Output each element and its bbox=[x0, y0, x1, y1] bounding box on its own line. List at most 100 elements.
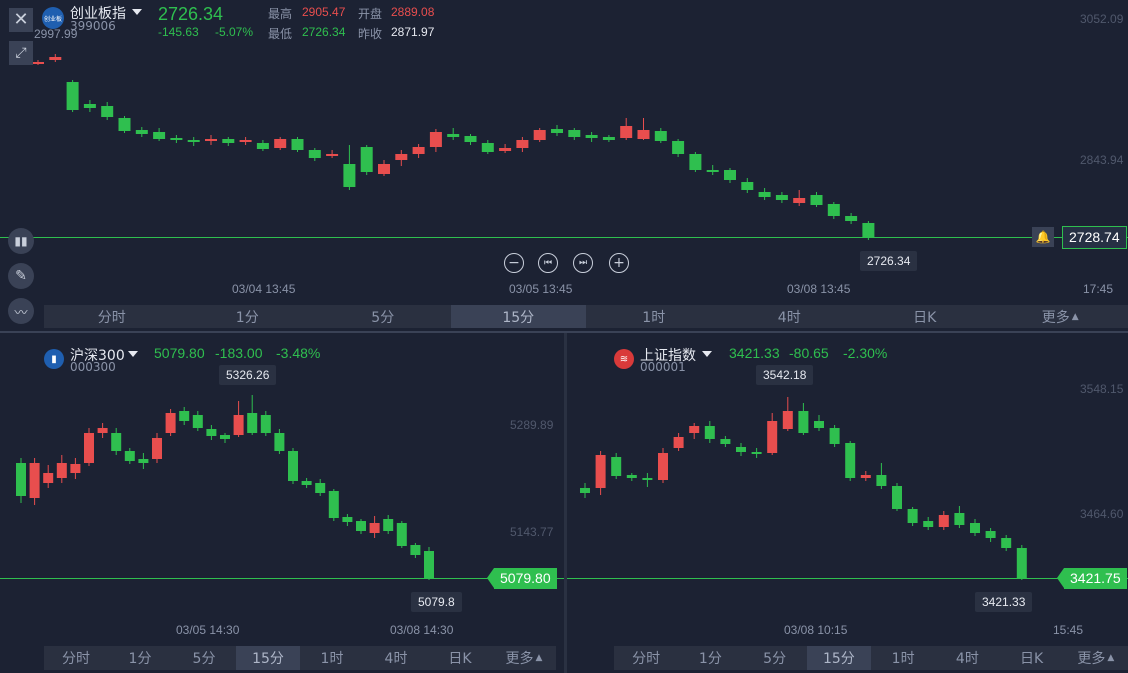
tab-timeframe[interactable]: 4时 bbox=[722, 305, 858, 328]
tab-timeframe-active[interactable]: 15分 bbox=[236, 646, 300, 670]
candle-body bbox=[689, 426, 700, 433]
price-change-pct: -3.48% bbox=[276, 345, 321, 361]
tab-timeframe[interactable]: 1时 bbox=[871, 646, 935, 670]
tab-timeframe[interactable]: 4时 bbox=[935, 646, 999, 670]
candle-body bbox=[288, 451, 298, 481]
candle-body bbox=[907, 509, 918, 523]
chevron-down-icon[interactable] bbox=[128, 351, 138, 357]
candle-body bbox=[845, 216, 858, 221]
price-change: -80.65 bbox=[789, 345, 829, 361]
right-timeframe-bar: 分时 1分 5分 15分 1时 4时 日K 更多 ▲ bbox=[614, 646, 1128, 670]
left-candlestick-chart[interactable] bbox=[0, 333, 564, 633]
candle-body bbox=[383, 519, 394, 531]
tab-timeframe[interactable]: 1时 bbox=[586, 305, 722, 328]
candle-body bbox=[32, 62, 44, 64]
candle-body bbox=[233, 415, 244, 435]
top-timeframe-bar: 分时 1分 5分 15分 1时 4时 日K 更多 ▲ bbox=[44, 305, 1128, 328]
candle-body bbox=[1016, 548, 1027, 578]
candle-body bbox=[704, 426, 715, 439]
more-label: 更多 bbox=[1041, 309, 1070, 326]
candle-body bbox=[369, 523, 380, 533]
candle-body bbox=[124, 451, 135, 461]
tab-timeframe[interactable]: 5分 bbox=[172, 646, 236, 670]
tab-timeframe[interactable]: 1分 bbox=[678, 646, 742, 670]
candle-body bbox=[481, 143, 494, 152]
index-code: 000001 bbox=[640, 360, 686, 374]
price-change: -183.00 bbox=[215, 345, 263, 361]
candle-body bbox=[274, 139, 287, 148]
tab-timeframe[interactable]: 分时 bbox=[44, 305, 180, 328]
top-chart-panel: ✕ ⤢ ▮▮ ✎ 〰 创业板 创业板指 399006 2726.34 -145.… bbox=[0, 0, 1128, 330]
candle-body bbox=[595, 455, 606, 488]
candle-body bbox=[16, 463, 26, 496]
first-high-label: 2997.99 bbox=[34, 27, 78, 41]
candle-body bbox=[672, 141, 685, 154]
time-label: 03/05 14:30 bbox=[176, 623, 240, 637]
candle-body bbox=[410, 545, 421, 555]
low-label: 最低 bbox=[268, 27, 293, 41]
top-candlestick-chart[interactable] bbox=[0, 0, 1128, 300]
axis-label: 3464.60 bbox=[1080, 507, 1124, 521]
step-back-button[interactable]: ⏮ bbox=[538, 253, 558, 273]
time-label: 03/08 13:45 bbox=[787, 282, 851, 296]
axis-label: 2843.94 bbox=[1080, 153, 1124, 167]
index-logo: 创业板 bbox=[42, 7, 64, 29]
candle-body bbox=[724, 170, 736, 180]
draw-pen-button[interactable]: ✎ bbox=[8, 263, 34, 289]
last-price-box: 5079.8 bbox=[411, 592, 462, 612]
step-forward-button[interactable]: ⏭ bbox=[573, 253, 593, 273]
candle-body bbox=[923, 521, 934, 527]
candle-body bbox=[741, 182, 754, 190]
tab-timeframe[interactable]: 5分 bbox=[743, 646, 807, 670]
tab-timeframe-active[interactable]: 15分 bbox=[806, 646, 871, 670]
expand-button[interactable]: ⤢ bbox=[9, 41, 33, 65]
candle-body bbox=[170, 138, 183, 140]
tab-more[interactable]: 更多 ▲ bbox=[1064, 646, 1128, 670]
last-price-box: 2726.34 bbox=[860, 251, 918, 271]
candle-body bbox=[892, 486, 902, 509]
candle-body bbox=[396, 523, 407, 546]
zoom-in-button[interactable]: + bbox=[609, 253, 629, 273]
price-change-pct: -2.30% bbox=[843, 345, 888, 361]
candle-body bbox=[360, 147, 373, 172]
zoom-out-button[interactable]: − bbox=[504, 253, 524, 273]
tab-timeframe[interactable]: 1分 bbox=[108, 646, 172, 670]
candle-body bbox=[602, 137, 615, 140]
tab-timeframe[interactable]: 日K bbox=[857, 305, 993, 328]
tab-timeframe[interactable]: 5分 bbox=[315, 305, 451, 328]
candle-body bbox=[152, 438, 162, 459]
candle-body bbox=[568, 130, 581, 137]
price-change: -145.63 bbox=[158, 25, 199, 39]
close-button[interactable]: ✕ bbox=[9, 8, 33, 32]
axis-label: 5143.77 bbox=[510, 525, 554, 539]
tab-timeframe[interactable]: 1时 bbox=[300, 646, 364, 670]
draw-pen-icon: ✎ bbox=[15, 268, 27, 284]
candle-body bbox=[356, 521, 366, 531]
candle-body bbox=[985, 531, 996, 538]
tab-timeframe-active[interactable]: 15分 bbox=[450, 305, 586, 328]
tab-more[interactable]: 更多 ▲ bbox=[492, 646, 556, 670]
tab-timeframe[interactable]: 分时 bbox=[44, 646, 108, 670]
low-value: 2726.34 bbox=[302, 25, 346, 39]
alert-button[interactable]: 🔔 bbox=[1032, 227, 1054, 247]
candle-body bbox=[1001, 538, 1012, 548]
candle-type-button[interactable]: ▮▮ bbox=[8, 228, 34, 254]
tab-timeframe[interactable]: 4时 bbox=[364, 646, 428, 670]
tab-timeframe[interactable]: 日K bbox=[428, 646, 492, 670]
candle-body bbox=[395, 154, 408, 160]
chevron-down-icon[interactable] bbox=[702, 351, 712, 357]
candle-body bbox=[642, 478, 653, 480]
tab-timeframe[interactable]: 1分 bbox=[180, 305, 316, 328]
tab-timeframe[interactable]: 分时 bbox=[614, 646, 678, 670]
close-icon: ✕ bbox=[13, 9, 29, 30]
right-candlestick-chart[interactable] bbox=[567, 333, 1128, 633]
high-label: 最高 bbox=[268, 7, 293, 21]
tab-timeframe[interactable]: 日K bbox=[1000, 646, 1064, 670]
tab-more[interactable]: 更多 ▲ bbox=[993, 305, 1128, 328]
candle-body bbox=[810, 195, 823, 205]
chevron-down-icon[interactable] bbox=[132, 9, 142, 15]
candle-body bbox=[533, 130, 546, 140]
candle-body bbox=[464, 136, 477, 142]
indicator-button[interactable]: 〰 bbox=[8, 298, 34, 324]
current-price-tag: 5079.80 bbox=[494, 568, 557, 589]
